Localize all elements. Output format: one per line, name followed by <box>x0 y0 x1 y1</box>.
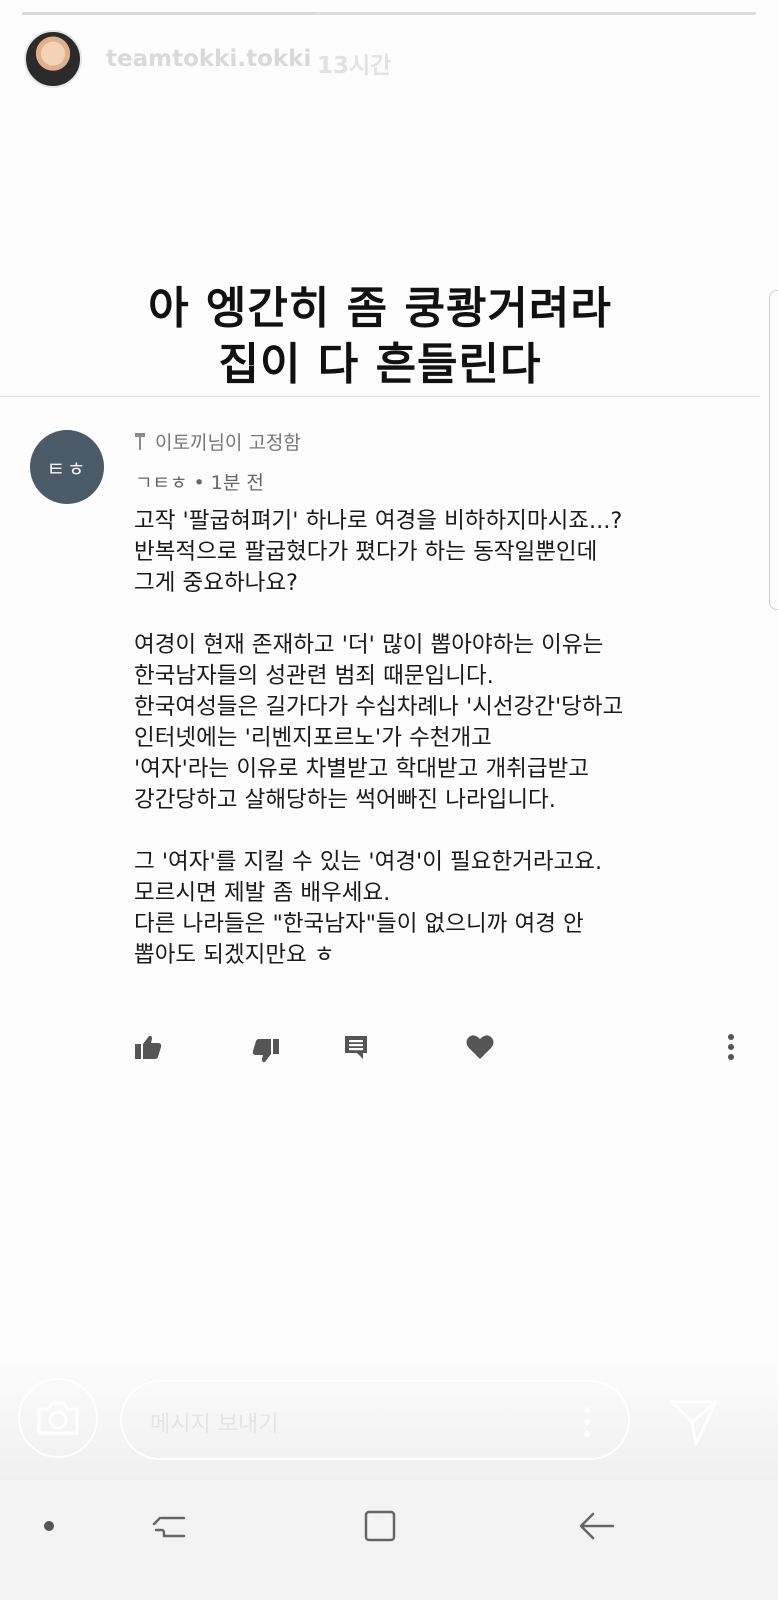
comment-icon[interactable] <box>339 1030 373 1064</box>
comment-line: 강간당하고 살해당하는 썩어빠진 나라입니다. <box>134 787 556 813</box>
camera-button[interactable] <box>18 1378 98 1458</box>
message-placeholder: 메시지 보내기 <box>150 1412 279 1437</box>
more-vertical-icon[interactable] <box>714 1030 748 1064</box>
comment-body: 고작 '팔굽혀펴기' 하나로 여경을 비하하지마시죠...? 반복적으로 팔굽혔… <box>134 506 754 971</box>
story-time-ago: 13시간 <box>317 53 392 79</box>
story-progress-bar <box>22 12 756 15</box>
pinned-indicator: 이토끼님이 고정함 <box>133 428 301 455</box>
story-progress-fill <box>22 12 316 15</box>
comment-line: 반복적으로 팔굽혔다가 폈다가 하는 동작일뿐인데 <box>134 539 598 565</box>
heart-icon[interactable] <box>463 1030 497 1064</box>
scrollbar[interactable] <box>769 290 778 610</box>
android-nav-bar <box>0 1480 778 1600</box>
more-options-icon[interactable] <box>584 1404 590 1440</box>
pinned-label: 이토끼님이 고정함 <box>155 432 301 454</box>
comment-line: 여경이 현재 존재하고 '더' 많이 뽑아야하는 이유는 <box>134 632 604 658</box>
message-input[interactable]: 메시지 보내기 <box>120 1380 630 1460</box>
comment-line <box>134 599 754 630</box>
comment-line: 한국남자들의 성관련 범죄 때문입니다. <box>134 663 494 689</box>
back-icon[interactable] <box>577 1508 617 1544</box>
comment-author[interactable]: ㄱㅌㅎ <box>135 472 187 494</box>
comment-avatar[interactable]: ㅌㅎ <box>30 430 104 504</box>
story-viewer: teamtokki.tokki 13시간 아 엥간히 좀 쿵쾅거려라 집이 다 … <box>0 0 778 1600</box>
story-username[interactable]: teamtokki.tokki <box>106 46 311 72</box>
post-title-line2: 집이 다 흔들린다 <box>218 339 542 390</box>
post-title-line1: 아 엥간히 좀 쿵쾅거려라 <box>148 283 612 334</box>
profile-avatar[interactable] <box>24 30 82 88</box>
pin-icon <box>133 431 147 453</box>
home-icon[interactable] <box>362 1508 398 1544</box>
comment-line: 인터넷에는 '리벤지포르노'가 수천개고 <box>134 725 492 751</box>
recent-apps-icon[interactable] <box>150 1510 190 1544</box>
comment-actions <box>0 1030 778 1066</box>
thumbs-up-icon[interactable] <box>131 1030 165 1064</box>
comment-line: 뽑아도 되겠지만요 ㅎ <box>134 942 335 968</box>
comment-line: '여자'라는 이유로 차별받고 학대받고 개취급받고 <box>134 756 589 782</box>
comment-line: 모르시면 제발 좀 배우세요. <box>134 880 391 906</box>
send-icon[interactable] <box>668 1396 720 1448</box>
comment-time: 1분 전 <box>210 472 264 494</box>
comment-line: 그게 중요하나요? <box>134 570 298 596</box>
comment-line: 그 '여자'를 지킬 수 있는 '여경'이 필요한거라고요. <box>134 849 603 875</box>
comment-meta: ㄱㅌㅎ • 1분 전 <box>135 468 264 495</box>
comment-line: 한국여성들은 길가다가 수십차례나 '시선강간'당하고 <box>134 694 624 720</box>
thumbs-down-icon[interactable] <box>249 1034 283 1068</box>
meta-separator: • <box>193 472 211 494</box>
comment-line <box>134 816 754 847</box>
camera-icon <box>37 1401 79 1435</box>
divider <box>0 396 760 397</box>
comment-line: 다른 나라들은 "한국남자"들이 없으니까 여경 안 <box>134 911 584 937</box>
comment-line: 고작 '팔굽혀펴기' 하나로 여경을 비하하지마시죠...? <box>134 508 623 534</box>
nav-dot-indicator[interactable] <box>44 1521 54 1531</box>
